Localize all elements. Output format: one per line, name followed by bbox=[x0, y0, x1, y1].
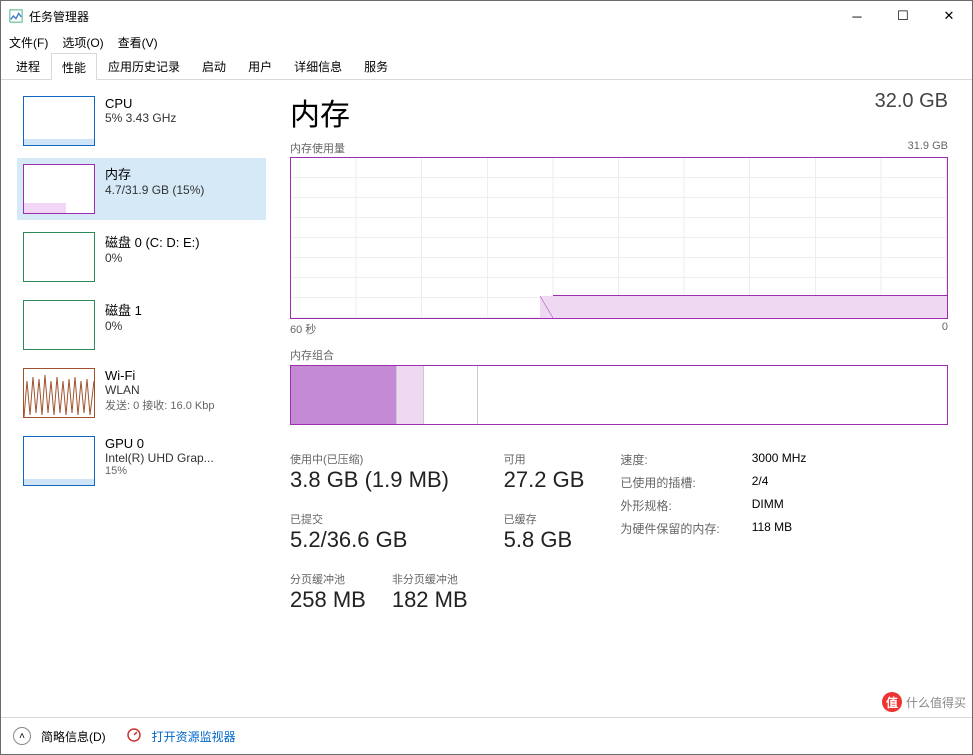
in-use-label: 使用中(已压缩) bbox=[290, 451, 468, 467]
disk1-title: 磁盘 1 bbox=[105, 300, 142, 319]
tab-details[interactable]: 详细信息 bbox=[283, 52, 353, 79]
gpu-sub: Intel(R) UHD Grap... bbox=[105, 451, 214, 465]
slots-k: 已使用的插槽: bbox=[620, 474, 719, 491]
reserved-k: 为硬件保留的内存: bbox=[620, 520, 719, 537]
fewer-details-button[interactable]: 简略信息(D) bbox=[41, 728, 106, 745]
sidebar: CPU 5% 3.43 GHz 内存 4.7/31.9 GB (15%) 磁盘 … bbox=[1, 80, 266, 717]
disk0-thumb-icon bbox=[23, 232, 95, 282]
speed-v: 3000 MHz bbox=[752, 451, 807, 468]
memory-sub: 4.7/31.9 GB (15%) bbox=[105, 183, 204, 197]
committed-value: 5.2/36.6 GB bbox=[290, 527, 468, 553]
detail-total: 32.0 GB bbox=[875, 90, 948, 113]
tab-performance[interactable]: 性能 bbox=[51, 53, 97, 80]
memory-usage-chart bbox=[290, 157, 948, 319]
tab-startup[interactable]: 启动 bbox=[191, 52, 237, 79]
open-resmon-link[interactable]: 打开资源监视器 bbox=[152, 728, 236, 745]
cached-label: 已缓存 bbox=[504, 511, 585, 527]
axis-left: 60 秒 bbox=[290, 321, 316, 337]
usage-label: 内存使用量 bbox=[290, 140, 345, 156]
composition-label: 内存组合 bbox=[290, 347, 948, 363]
tab-users[interactable]: 用户 bbox=[237, 52, 283, 79]
form-v: DIMM bbox=[752, 497, 807, 514]
cached-value: 5.8 GB bbox=[504, 527, 585, 553]
speed-k: 速度: bbox=[620, 451, 719, 468]
avail-label: 可用 bbox=[504, 451, 585, 467]
window-title: 任务管理器 bbox=[29, 8, 89, 25]
comp-modified bbox=[397, 366, 424, 424]
sidebar-item-wifi[interactable]: Wi-Fi WLAN 发送: 0 接收: 16.0 Kbp bbox=[17, 362, 266, 424]
sidebar-item-cpu[interactable]: CPU 5% 3.43 GHz bbox=[17, 90, 266, 152]
committed-label: 已提交 bbox=[290, 511, 468, 527]
detail-pane: 内存 32.0 GB 内存使用量 31.9 GB 60 秒 0 内存组合 bbox=[266, 80, 972, 717]
menubar: 文件(F) 选项(O) 查看(V) bbox=[1, 31, 972, 53]
form-k: 外形规格: bbox=[620, 497, 719, 514]
sidebar-item-gpu[interactable]: GPU 0 Intel(R) UHD Grap... 15% bbox=[17, 430, 266, 492]
gpu-sub2: 15% bbox=[105, 465, 214, 477]
comp-standby bbox=[424, 366, 477, 424]
disk1-thumb-icon bbox=[23, 300, 95, 350]
cpu-title: CPU bbox=[105, 96, 176, 111]
gpu-title: GPU 0 bbox=[105, 436, 214, 451]
menu-options[interactable]: 选项(O) bbox=[62, 34, 103, 51]
tab-history[interactable]: 应用历史记录 bbox=[97, 52, 191, 79]
task-manager-window: 任务管理器 ─ ☐ ✕ 文件(F) 选项(O) 查看(V) 进程 性能 应用历史… bbox=[0, 0, 973, 755]
memory-thumb-icon bbox=[23, 164, 95, 214]
wifi-thumb-icon bbox=[23, 368, 95, 418]
tabs: 进程 性能 应用历史记录 启动 用户 详细信息 服务 bbox=[1, 53, 972, 80]
gpu-thumb-icon bbox=[23, 436, 95, 486]
minimize-button[interactable]: ─ bbox=[834, 1, 880, 31]
watermark-text: 什么值得买 bbox=[906, 694, 966, 711]
wifi-title: Wi-Fi bbox=[105, 368, 214, 383]
tab-services[interactable]: 服务 bbox=[353, 52, 399, 79]
footer: ˄ 简略信息(D) 打开资源监视器 bbox=[1, 717, 972, 754]
disk1-sub: 0% bbox=[105, 319, 142, 333]
memory-title: 内存 bbox=[105, 164, 204, 183]
tab-processes[interactable]: 进程 bbox=[5, 52, 51, 79]
wifi-sub2: 发送: 0 接收: 16.0 Kbp bbox=[105, 397, 214, 413]
axis-right: 0 bbox=[942, 321, 948, 337]
usage-max: 31.9 GB bbox=[908, 140, 948, 156]
slots-v: 2/4 bbox=[752, 474, 807, 491]
watermark-badge: 值 bbox=[882, 692, 902, 712]
menu-view[interactable]: 查看(V) bbox=[118, 34, 158, 51]
memory-composition-chart bbox=[290, 365, 948, 425]
resmon-icon bbox=[126, 727, 142, 746]
paged-label: 分页缓冲池 bbox=[290, 571, 366, 587]
nonpaged-value: 182 MB bbox=[392, 587, 468, 613]
maximize-button[interactable]: ☐ bbox=[880, 1, 926, 31]
sidebar-item-disk0[interactable]: 磁盘 0 (C: D: E:) 0% bbox=[17, 226, 266, 288]
detail-title: 内存 bbox=[290, 90, 350, 134]
sidebar-item-disk1[interactable]: 磁盘 1 0% bbox=[17, 294, 266, 356]
wifi-sub: WLAN bbox=[105, 383, 214, 397]
nonpaged-label: 非分页缓冲池 bbox=[392, 571, 468, 587]
menu-file[interactable]: 文件(F) bbox=[9, 34, 48, 51]
paged-value: 258 MB bbox=[290, 587, 366, 613]
close-button[interactable]: ✕ bbox=[926, 1, 972, 31]
disk0-title: 磁盘 0 (C: D: E:) bbox=[105, 232, 200, 251]
cpu-sub: 5% 3.43 GHz bbox=[105, 111, 176, 125]
chevron-up-icon[interactable]: ˄ bbox=[13, 727, 31, 745]
cpu-thumb-icon bbox=[23, 96, 95, 146]
in-use-value: 3.8 GB (1.9 MB) bbox=[290, 467, 468, 493]
watermark: 值 什么值得买 bbox=[882, 692, 966, 712]
titlebar[interactable]: 任务管理器 ─ ☐ ✕ bbox=[1, 1, 972, 31]
disk0-sub: 0% bbox=[105, 251, 200, 265]
app-icon bbox=[9, 9, 23, 23]
avail-value: 27.2 GB bbox=[504, 467, 585, 493]
sidebar-item-memory[interactable]: 内存 4.7/31.9 GB (15%) bbox=[17, 158, 266, 220]
comp-in-use bbox=[291, 366, 397, 424]
reserved-v: 118 MB bbox=[752, 520, 807, 537]
